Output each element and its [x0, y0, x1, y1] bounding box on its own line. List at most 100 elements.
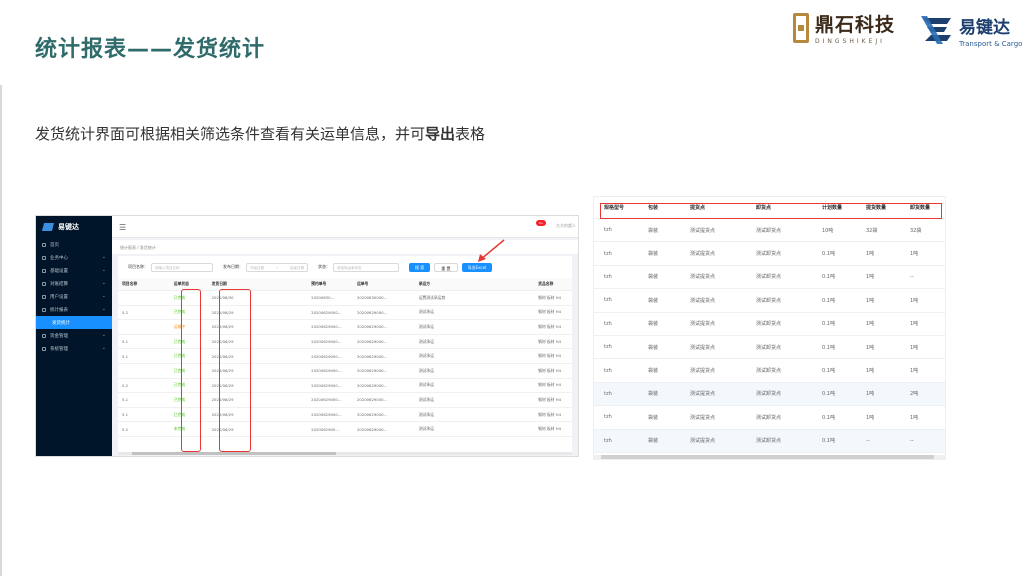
export-cell: 测试提货点 — [690, 297, 716, 304]
sidebar-item-2[interactable]: 基础设置 ⌄ — [36, 264, 112, 277]
export-cell: 32袋 — [866, 227, 878, 234]
table-cell: 20200629000… — [356, 412, 388, 418]
table-scrollbar[interactable] — [118, 452, 572, 455]
date-end: 结束日期 — [290, 265, 304, 270]
table-header-cell[interactable]: 预约单号 — [307, 281, 353, 287]
export-cell: tzh — [604, 227, 612, 234]
table-cell: 钢材 板材 H4 — [538, 309, 562, 315]
project-input[interactable]: 请输入项目名称 — [151, 262, 213, 272]
chevron-down-icon: ⌄ — [101, 280, 106, 286]
table-header-cell[interactable]: 运单号 — [353, 281, 415, 287]
table-cell: 钢材 板材 H4 — [538, 411, 562, 417]
export-cell: tzh — [604, 414, 612, 421]
notification-badge[interactable]: 9+ — [536, 220, 546, 226]
table-cell: 测试承运 — [418, 323, 434, 329]
status-select[interactable]: 请选择运单状态 — [333, 262, 399, 272]
topbar: ☰ 9+ 大大的超人 — [112, 216, 578, 238]
yijianda-logo-en: Transport & Cargo — [959, 39, 1023, 48]
export-cell: 0.1吨 — [822, 438, 835, 445]
dingshi-logo-cn: 鼎石科技 — [815, 14, 896, 36]
yijianda-logo-icon — [921, 16, 951, 44]
table-cell: 钢材 板材 H4 — [538, 338, 562, 344]
table-cell: 20200629000… — [356, 382, 388, 388]
export-cell: 1吨 — [910, 297, 919, 304]
export-cell: -- — [910, 437, 914, 444]
sidebar-item-8[interactable]: 系统管理 ⌄ — [36, 342, 112, 355]
sidebar-item-label: 统计报表 — [50, 307, 68, 313]
export-cell: 袋装 — [648, 344, 659, 351]
table-cell: 20200629000… — [311, 353, 342, 359]
table-cell: 测试承运 — [418, 382, 434, 388]
export-cell: 0.1吨 — [822, 321, 835, 328]
export-cell: 1吨 — [866, 321, 875, 328]
export-row: tzh 袋装 测试提货点 测试卸货点 0.1吨 1吨 1吨 — [594, 289, 945, 313]
user-icon — [42, 294, 46, 299]
export-row: tzh 袋装 测试提货点 测试卸货点 0.1吨 1吨 1吨 — [594, 313, 945, 336]
search-button[interactable]: 搜 索 — [409, 262, 431, 272]
chevron-down-icon: ⌄ — [101, 332, 106, 338]
export-cell: 袋装 — [648, 274, 659, 281]
export-table-screenshot: 规格型号 包装 提货点 卸货点 计划数量 提货数量 卸货数量 tzh 袋装 测试提货点 测试卸货点 1… — [593, 196, 946, 460]
menu-toggle-icon[interactable]: ☰ — [119, 223, 126, 232]
table-cell: 20200629000… — [356, 397, 388, 403]
chevron-down-icon: ⌄ — [101, 306, 106, 312]
export-cell: 测试提货点 — [690, 321, 716, 328]
export-cell: 1吨 — [866, 414, 875, 421]
table-cell: 20200630000… — [356, 295, 388, 301]
table-cell: 20200629000… — [311, 309, 342, 315]
sidebar-item-label: 对账结算 — [50, 281, 68, 287]
table-header-cell[interactable]: 运单状态 — [170, 281, 208, 287]
sidebar-item-1[interactable]: 业务中心 ⌄ — [36, 251, 112, 264]
table-cell: 20200629000… — [311, 339, 342, 345]
sidebar-item-7[interactable]: 资金管理 ⌄ — [36, 329, 112, 342]
table-cell: 20200629000… — [356, 426, 388, 432]
export-cell: 1吨 — [910, 344, 919, 351]
export-cell: 袋装 — [648, 227, 659, 234]
export-cell: tzh — [604, 390, 612, 397]
table-header-cell[interactable]: 项目名称 — [118, 281, 170, 287]
slide-title: 统计报表——发货统计 — [35, 37, 266, 62]
sidebar-item-0[interactable]: 首页 — [36, 238, 112, 251]
export-cell: 袋装 — [648, 297, 659, 304]
sidebar-item-4[interactable]: 用户设置 ⌄ — [36, 290, 112, 303]
export-cell: 2吨 — [910, 391, 919, 398]
table-header-cell[interactable]: 承运方 — [415, 281, 534, 287]
table-cell: 20200629000… — [356, 309, 388, 315]
sidebar-item-6[interactable]: 发货统计 — [36, 316, 112, 329]
export-cell: 1吨 — [910, 414, 919, 421]
table-header-cell[interactable]: 货品名称 — [534, 281, 572, 287]
date-label: 发布日期： — [223, 264, 243, 269]
desc-bold: 导出 — [425, 125, 456, 143]
chevron-down-icon: ⌄ — [101, 254, 106, 260]
export-cell: 测试提货点 — [690, 438, 716, 445]
reset-button[interactable]: 重 置 — [434, 262, 458, 272]
status-label: 状态： — [318, 264, 330, 269]
export-cell: 1吨 — [910, 321, 919, 328]
export-cell: tzh — [604, 344, 612, 351]
export-scrollbar[interactable] — [594, 455, 945, 459]
table-header-cell[interactable]: 发货日期 — [208, 281, 308, 287]
export-cell: 测试卸货点 — [756, 227, 782, 234]
user-name[interactable]: 大大的超人 — [556, 223, 576, 229]
sidebar-item-label: 资金管理 — [50, 333, 68, 339]
date-range-input[interactable]: 开始日期 → 结束日期 — [246, 262, 308, 272]
sidebar-item-label: 业务中心 — [50, 255, 68, 261]
export-cell: -- — [910, 273, 914, 280]
app-screenshot: 易键达 首页 业务中心 ⌄ 基础设置 ⌄ 对账结算 ⌄ 用户设置 ⌄ 统计报表 ⌄ 发货统计 资金管理 ⌄… — [35, 215, 579, 457]
export-cell: 袋装 — [648, 391, 659, 398]
sidebar-item-label: 系统管理 — [50, 346, 68, 352]
table-cell: 钢材 板材 H4 — [538, 396, 562, 402]
export-header-highlight — [600, 203, 942, 219]
export-cell: 0.1吨 — [822, 274, 835, 281]
export-cell: 测试提货点 — [690, 391, 716, 398]
dingshi-logo-en: DINGSHIKEJI — [815, 38, 885, 45]
export-cell: 1吨 — [866, 251, 875, 258]
system-icon — [42, 346, 46, 351]
sidebar-item-3[interactable]: 对账结算 ⌄ — [36, 277, 112, 290]
table-cell: 5.1 — [122, 397, 129, 403]
sidebar-item-5[interactable]: 统计报表 ⌄ — [36, 303, 112, 316]
export-cell: 测试卸货点 — [756, 368, 782, 375]
table-cell: 20200630… — [311, 295, 335, 301]
export-cell: 测试卸货点 — [756, 414, 782, 421]
home-icon — [42, 242, 46, 247]
